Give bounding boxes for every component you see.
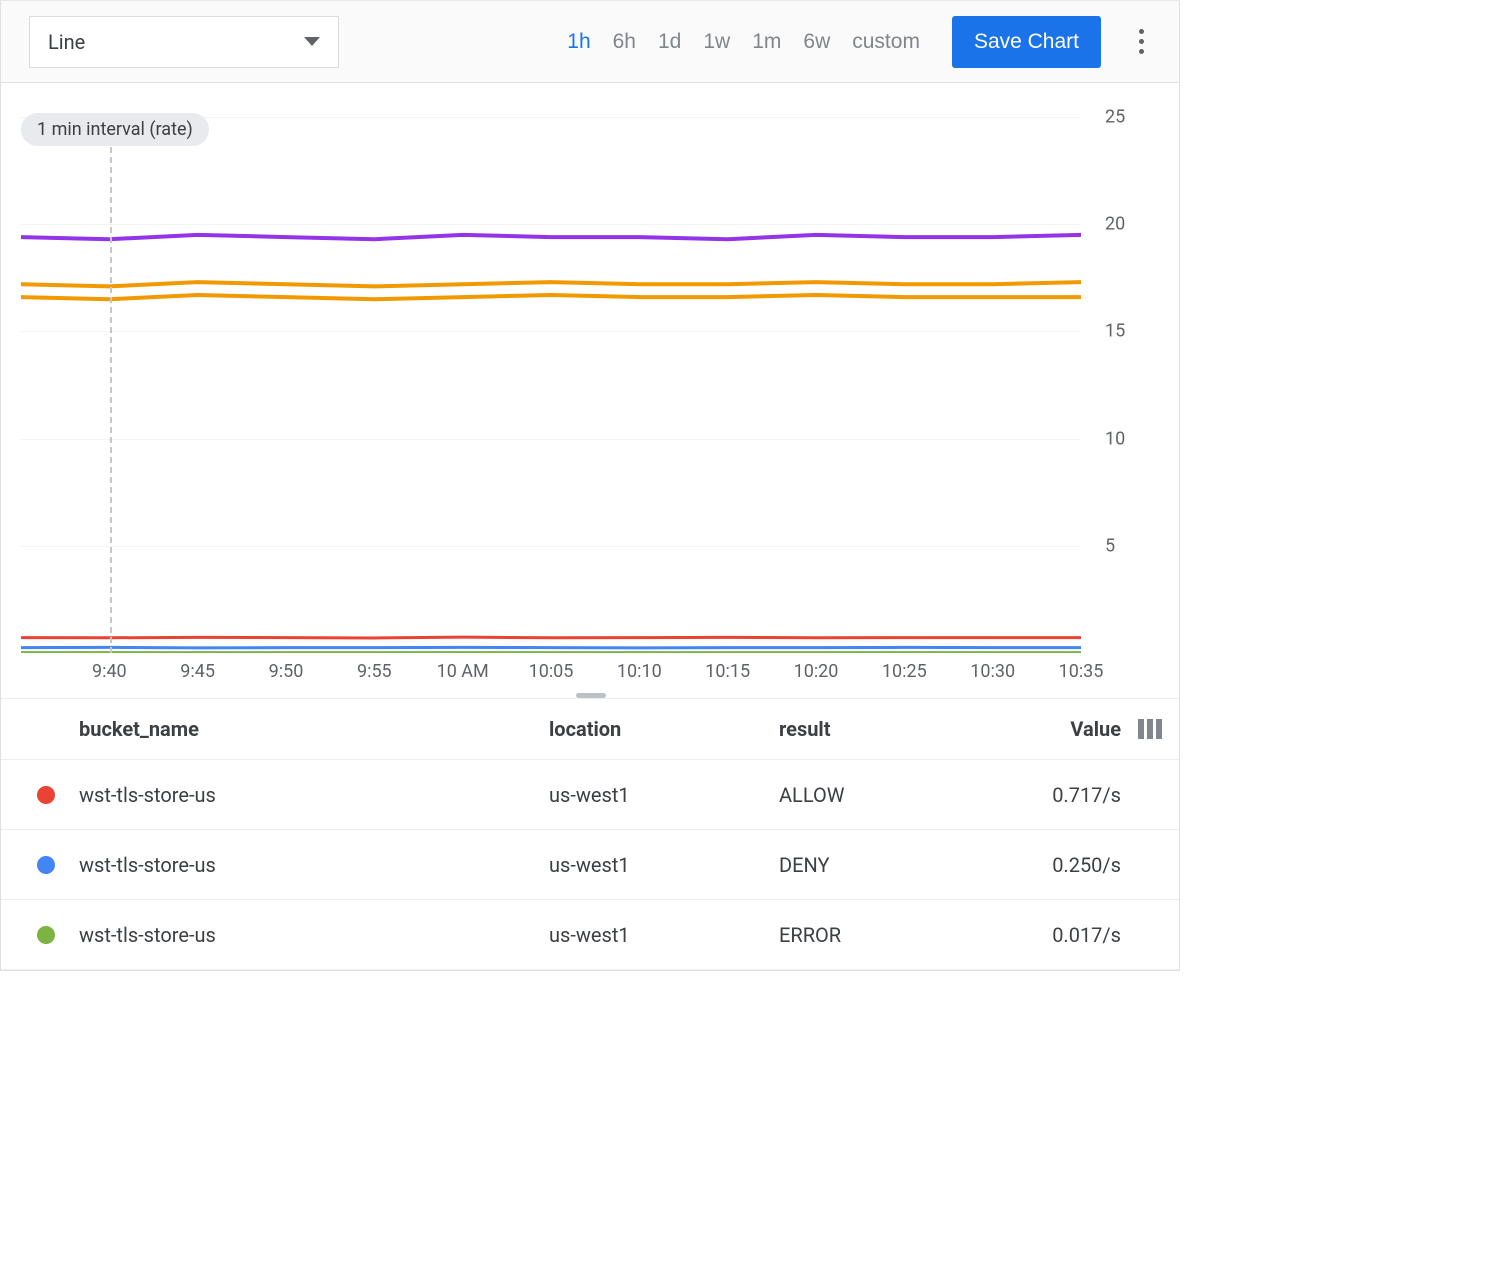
legend-location: us-west1 [549,783,779,807]
series-svg [21,117,1081,653]
gridline [21,224,1081,225]
legend-result: DENY [779,853,1009,877]
plot-inner [21,117,1081,653]
x-tick: 10:10 [617,661,662,682]
line-chart[interactable]: 9:40 9:45 9:50 9:55 10 AM 10:05 10:10 10:15 10:2… [21,117,1161,687]
resize-handle-icon[interactable] [576,693,606,698]
legend-body: wst-tls-store-usus-west1ALLOW0.717/swst-… [1,760,1179,970]
gridline [21,546,1081,547]
y-tick: 15 [1087,321,1161,342]
chart-area: 1 min interval (rate) 9:40 9:45 9:50 9:55 10… [1,83,1179,698]
legend-location: us-west1 [549,923,779,947]
series-orange-upper [21,282,1081,286]
series-color-dot [37,786,55,804]
legend-bucket: wst-tls-store-us [79,853,549,877]
dropdown-icon [304,37,320,46]
y-tick: 20 [1087,214,1161,235]
range-1h[interactable]: 1h [567,30,590,54]
legend-row[interactable]: wst-tls-store-usus-west1DENY0.250/s [1,830,1179,900]
chart-type-select[interactable]: Line [29,16,339,68]
time-range-group: 1h 6h 1d 1w 1m 6w custom [567,30,952,54]
y-tick: 5 [1087,535,1161,556]
chart-type-value: Line [48,30,85,54]
range-1d[interactable]: 1d [658,30,681,54]
x-tick: 10:35 [1059,661,1104,682]
legend-row[interactable]: wst-tls-store-usus-west1ALLOW0.717/s [1,760,1179,830]
metrics-panel: Line 1h 6h 1d 1w 1m 6w custom Save Chart 1 min… [0,0,1180,971]
x-tick: 10:15 [705,661,750,682]
legend-header-row: bucket_name location result Value [1,698,1179,760]
legend-location: us-west1 [549,853,779,877]
series-purple [21,235,1081,239]
x-tick: 9:40 [92,661,127,682]
gridline [21,331,1081,332]
legend-value: 0.250/s [1009,853,1129,877]
interval-pill: 1 min interval (rate) [21,113,209,146]
x-tick: 10:30 [970,661,1015,682]
range-1m[interactable]: 1m [752,30,781,54]
x-tick: 9:50 [269,661,304,682]
legend-value: 0.017/s [1009,923,1129,947]
legend-header-result: result [779,717,1009,741]
range-custom[interactable]: custom [852,30,920,54]
save-chart-button[interactable]: Save Chart [952,16,1101,68]
series-color-dot [37,926,55,944]
gridline [21,439,1081,440]
series-ALLOW [21,637,1081,638]
more-options-icon[interactable] [1121,29,1161,54]
x-tick: 9:55 [357,661,392,682]
x-tick: 10:05 [529,661,574,682]
legend-header-bucket: bucket_name [79,717,549,741]
x-tick: 10 AM [437,661,489,682]
legend-header-location: location [549,717,779,741]
legend-result: ERROR [779,923,1009,947]
range-6h[interactable]: 6h [613,30,636,54]
series-orange-lower [21,295,1081,299]
legend-result: ALLOW [779,783,1009,807]
y-tick: 25 [1087,107,1161,128]
legend-bucket: wst-tls-store-us [79,923,549,947]
legend-bucket: wst-tls-store-us [79,783,549,807]
series-color-dot [37,856,55,874]
y-tick: 10 [1087,428,1161,449]
columns-icon[interactable] [1129,719,1179,739]
x-tick: 9:45 [180,661,215,682]
x-tick: 10:25 [882,661,927,682]
time-cursor [110,117,112,653]
legend-row[interactable]: wst-tls-store-usus-west1ERROR0.017/s [1,900,1179,970]
range-6w[interactable]: 6w [803,30,830,54]
range-1w[interactable]: 1w [703,30,730,54]
x-axis: 9:40 9:45 9:50 9:55 10 AM 10:05 10:10 10:15 10:2… [21,655,1081,687]
chart-toolbar: Line 1h 6h 1d 1w 1m 6w custom Save Chart [1,1,1179,83]
x-tick: 10:20 [794,661,839,682]
legend-value: 0.717/s [1009,783,1129,807]
legend-header-value: Value [1009,717,1129,741]
